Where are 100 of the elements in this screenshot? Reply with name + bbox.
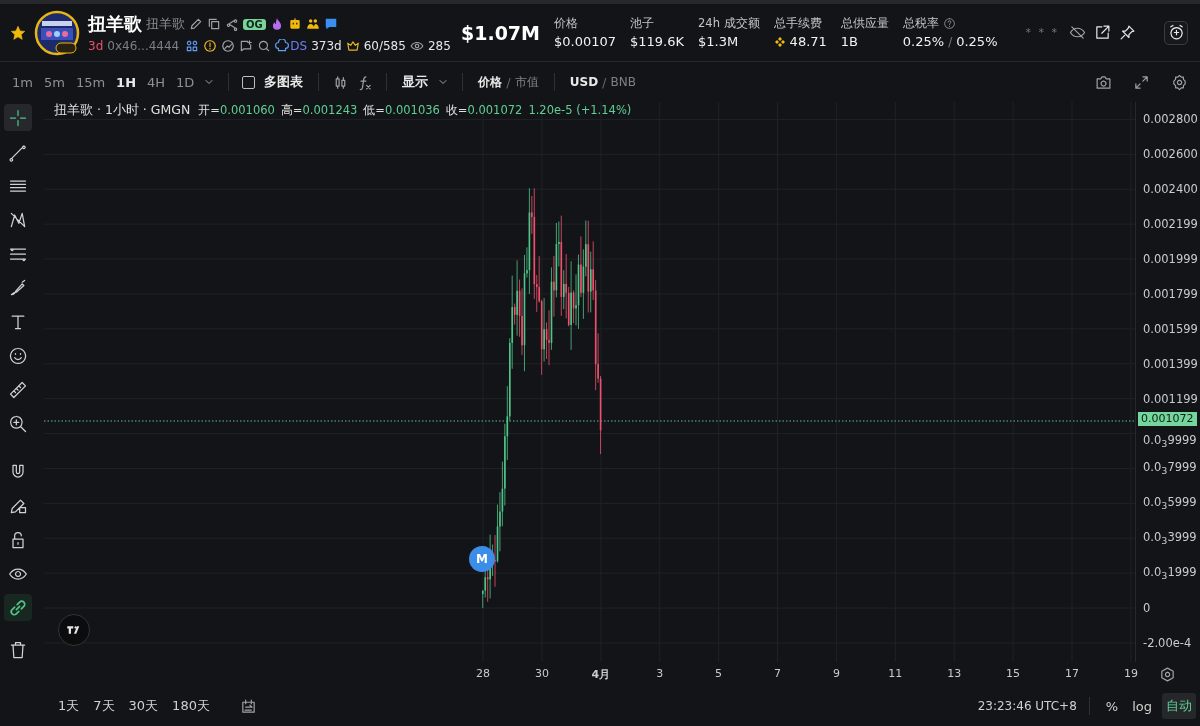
price-axis-label: 0.002600 (1143, 147, 1198, 162)
og-badge: OG (243, 18, 266, 30)
holders-icon[interactable] (185, 39, 200, 53)
settings-icon[interactable] (1159, 665, 1176, 683)
stat-label: 24h 成交额 (698, 16, 760, 31)
date-axis-label: 4月 (591, 667, 611, 682)
ohlc-value: 收=0.001072 (445, 102, 523, 118)
fullscreen-icon[interactable] (1133, 73, 1150, 91)
range-button[interactable]: 180天 (168, 693, 214, 719)
crosshair-icon[interactable] (4, 104, 32, 131)
price-axis-label: 0.0$_{3}$5999 (1143, 495, 1197, 512)
price-axis-label: 0.001999 (1143, 252, 1198, 266)
chat-icon (323, 17, 338, 31)
price-axis-label: 0 (1143, 600, 1151, 615)
interval-tab[interactable]: 1H (114, 74, 139, 90)
interval-tab[interactable]: 4H (145, 74, 168, 90)
external-link-icon[interactable] (1094, 24, 1111, 41)
interval-tab[interactable]: 1D (174, 74, 197, 90)
display-dropdown[interactable]: 显示 (400, 73, 431, 91)
dev-stat: DS (275, 39, 308, 53)
price-axis-label: 0.002800 (1143, 112, 1198, 127)
last-price-badge: 0.001072 (1138, 412, 1197, 426)
stat-label: 价格 (554, 16, 578, 31)
date-axis-label: 11 (888, 667, 903, 680)
log-toggle[interactable]: log (1128, 694, 1156, 718)
date-axis-label: 30 (534, 667, 549, 680)
multi-chart-label[interactable]: 多图表 (262, 73, 306, 91)
warning-icon[interactable] (203, 39, 218, 53)
robot-icon (287, 17, 302, 31)
timezone-clock: 23:23:46 UTC+8 (977, 699, 1077, 713)
eye-off-icon[interactable] (1069, 24, 1086, 41)
dev-age: 373d (311, 39, 342, 53)
favorite-star-icon[interactable] (10, 24, 26, 41)
date-axis-label: 28 (476, 667, 490, 680)
calendar-icon[interactable] (239, 697, 257, 715)
date-axis-label: 15 (1006, 667, 1021, 680)
currency-toggle[interactable]: USD (567, 75, 601, 89)
token-name: 扭羊歌 (88, 12, 142, 36)
range-button[interactable]: 1天 (54, 693, 84, 719)
auto-toggle[interactable]: 自动 (1162, 693, 1196, 719)
holder-count: 60/585 (363, 39, 406, 53)
pin-icon[interactable] (1119, 24, 1136, 41)
interval-tab[interactable]: 15m (73, 74, 108, 90)
price-axis-label: 0.0$_{3}$1999 (1143, 564, 1197, 582)
price-axis-label: 0.002199 (1143, 217, 1198, 232)
help-icon[interactable] (942, 17, 956, 30)
stat-label: 总税率 (902, 16, 939, 31)
price-axis-label: 0.001599 (1143, 321, 1198, 336)
date-axis-label: 9 (832, 667, 840, 680)
interval-tab[interactable]: 5m (41, 74, 67, 90)
stat-value: 0.25% (956, 34, 998, 49)
price-axis-label: 0.0$_{3}$7999 (1143, 460, 1197, 477)
contract-address[interactable]: 0x46...4444 (107, 39, 180, 53)
price-axis-label: 0.0$_{3}$9999 (1143, 432, 1197, 449)
settings-icon[interactable] (1171, 73, 1188, 91)
edit-icon[interactable] (189, 17, 203, 31)
chart-title: 扭羊歌 · 1小时 · GMGN (54, 102, 191, 119)
currency-toggle[interactable]: BNB (608, 75, 638, 89)
stat-label: 池子 (630, 16, 654, 31)
link-icon[interactable] (4, 594, 32, 621)
ohlc-value: 低=0.001036 (363, 102, 440, 118)
date-axis-label: 5 (715, 667, 723, 680)
stat-value: $0.00107 (554, 34, 616, 49)
chart-badge-icon[interactable] (221, 39, 236, 53)
date-axis-label: 7 (774, 667, 781, 680)
price-axis-label: 0.002400 (1143, 182, 1198, 197)
copy-icon[interactable] (207, 17, 221, 31)
range-button[interactable]: 7天 (89, 693, 119, 719)
camera-icon[interactable] (1095, 73, 1112, 91)
stat-value: 0.25% (902, 34, 945, 49)
coin-icon (773, 35, 786, 48)
stat-value: 48.71 (789, 34, 827, 49)
percent-toggle[interactable]: % (1101, 694, 1123, 718)
date-axis-label: 13 (947, 667, 962, 680)
users-icon (305, 17, 320, 31)
masked-value: * * * (1025, 26, 1059, 39)
token-alias: 扭羊歌 (146, 15, 185, 33)
alert-button[interactable] (1164, 20, 1188, 45)
price-axis-label: -2.00e-4 (1143, 635, 1192, 650)
price-mode-toggle[interactable]: 价格 (476, 73, 505, 91)
ohlc-value: 开=0.001060 (198, 102, 275, 118)
price-change: 1.20e-5 (+1.14%) (528, 103, 632, 117)
range-button[interactable]: 30天 (124, 693, 163, 719)
stat-value: $1.3M (698, 34, 739, 49)
stat-label: 总手续费 (773, 16, 822, 31)
checkbox[interactable] (242, 75, 256, 89)
logo-icon (58, 614, 90, 646)
date-axis-label: 19 (1123, 667, 1138, 680)
slash-separator: / (602, 74, 607, 90)
view-count: 285 (427, 39, 451, 53)
note-icon[interactable] (239, 39, 254, 53)
search-icon[interactable] (257, 39, 272, 53)
price-axis-label: 0.001399 (1143, 356, 1198, 371)
market-cap: $1.07M (460, 21, 540, 44)
interval-tab[interactable]: 1m (10, 74, 35, 90)
eye-icon (409, 39, 424, 53)
stat-value: $119.6K (630, 34, 685, 49)
ohlc-value: 高=0.001243 (280, 102, 358, 118)
price-mode-toggle[interactable]: 市值 (512, 73, 541, 91)
share-icon[interactable] (225, 17, 239, 31)
